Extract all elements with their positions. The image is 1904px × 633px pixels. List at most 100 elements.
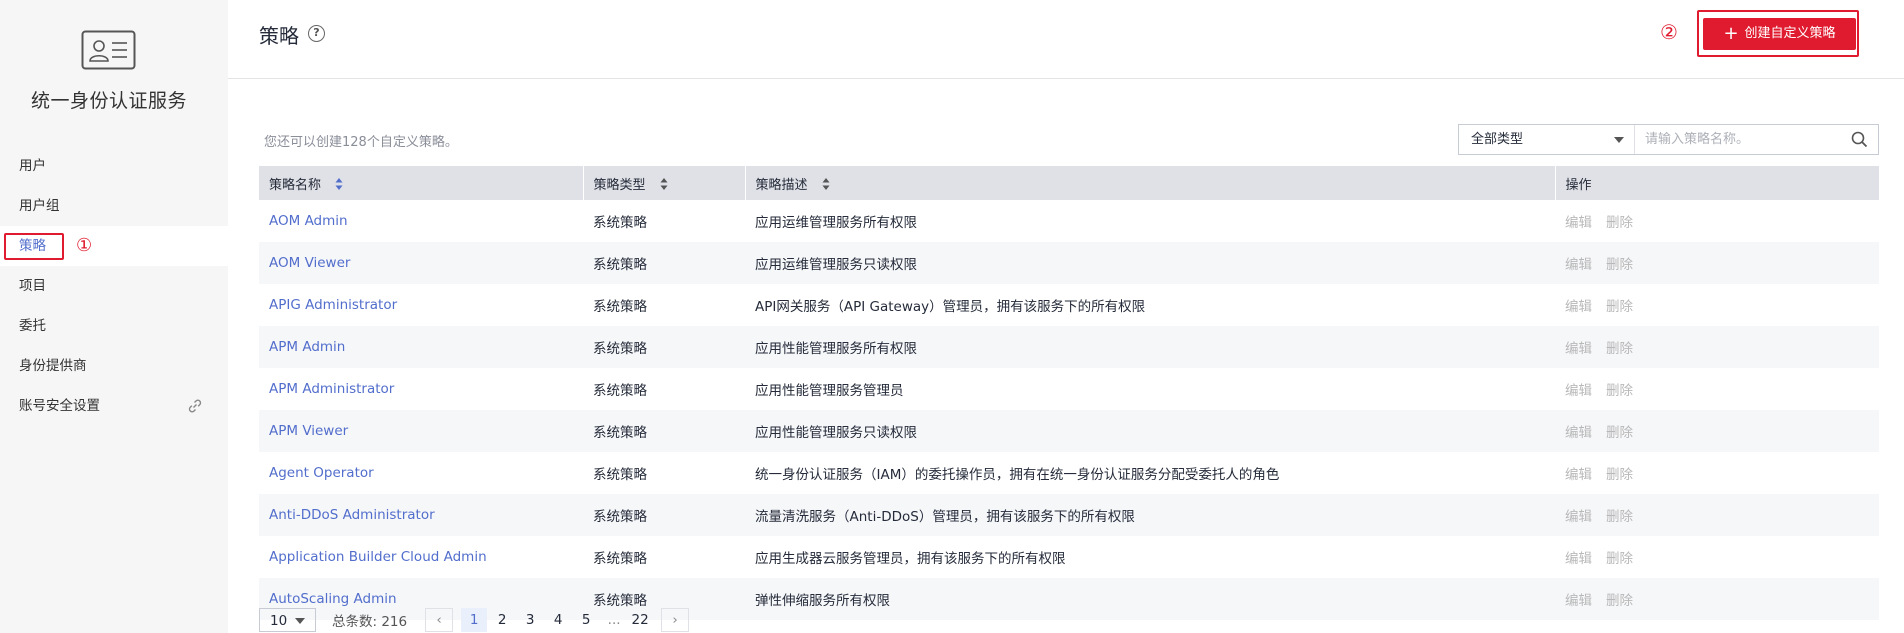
policy-type: 系统策略 xyxy=(583,242,745,284)
sidebar-item-policies[interactable]: 策略 ① xyxy=(0,226,228,266)
delete-button[interactable]: 删除 xyxy=(1606,467,1633,483)
policy-name-link[interactable]: APM Admin xyxy=(259,326,583,368)
delete-button[interactable]: 删除 xyxy=(1606,383,1633,399)
column-header-name[interactable]: 策略名称 xyxy=(259,166,584,200)
policy-description: 应用生成器云服务管理员，拥有该服务下的所有权限 xyxy=(755,551,1066,567)
row-operations: 编辑 删除 xyxy=(1555,452,1879,494)
edit-button[interactable]: 编辑 xyxy=(1565,593,1592,609)
policy-name-link[interactable]: APM Administrator xyxy=(259,368,583,410)
policy-name-link[interactable]: APIG Administrator xyxy=(259,284,583,326)
app: 统一身份认证服务 用户 用户组 策略 ① 项目 委托 身份提供商 账号安全设置 … xyxy=(0,0,1904,633)
policy-description: 流量清洗服务（Anti-DDoS）管理员，拥有该服务下的所有权限 xyxy=(745,494,1555,536)
prev-page-button[interactable]: ‹ xyxy=(425,608,454,632)
policy-name-link[interactable]: AOM Viewer xyxy=(259,242,583,284)
page-size-value: 10 xyxy=(270,613,288,629)
policy-type: 系统策略 xyxy=(593,215,647,231)
policy-type: 系统策略 xyxy=(593,467,647,483)
sort-icon[interactable] xyxy=(335,177,343,191)
policy-type-select[interactable]: 全部类型 xyxy=(1459,125,1635,154)
policy-description: 应用运维管理服务只读权限 xyxy=(745,242,1555,284)
policy-name-link[interactable]: Application Builder Cloud Admin xyxy=(259,536,583,578)
policy-type: 系统策略 xyxy=(583,494,745,536)
sidebar-item-users[interactable]: 用户 xyxy=(0,146,228,186)
delete-button[interactable]: 删除 xyxy=(1606,215,1633,231)
page-button-4[interactable]: 4 xyxy=(545,608,571,632)
search-input[interactable] xyxy=(1643,125,1857,154)
table-row: Application Builder Cloud Admin 系统策略 应用生… xyxy=(259,536,1879,578)
edit-button[interactable]: 编辑 xyxy=(1565,509,1592,525)
sidebar-item-projects[interactable]: 项目 xyxy=(0,266,228,306)
sidebar-item-user-groups[interactable]: 用户组 xyxy=(0,186,228,226)
search-box xyxy=(1635,125,1878,154)
row-operations: 编辑 删除 xyxy=(1555,494,1879,536)
sidebar-item-label: 身份提供商 xyxy=(19,358,87,374)
page-button-5[interactable]: 5 xyxy=(573,608,599,632)
policy-name-link[interactable]: Agent Operator xyxy=(259,452,583,494)
sidebar-item-agencies[interactable]: 委托 xyxy=(0,306,228,346)
policy-name-link[interactable]: Anti-DDoS Administrator xyxy=(259,494,583,536)
edit-button[interactable]: 编辑 xyxy=(1565,383,1592,399)
sidebar-item-account-security[interactable]: 账号安全设置 xyxy=(0,386,228,426)
table-header-row: 策略名称 策略类型 策略描述 操作 xyxy=(259,166,1880,200)
page-button-22[interactable]: 22 xyxy=(627,608,653,632)
policy-type: 系统策略 xyxy=(593,383,647,399)
edit-button[interactable]: 编辑 xyxy=(1565,299,1592,315)
delete-button[interactable]: 删除 xyxy=(1606,425,1633,441)
edit-button[interactable]: 编辑 xyxy=(1565,215,1592,231)
policy-type: 系统策略 xyxy=(583,410,745,452)
policy-name-link[interactable]: APM Viewer xyxy=(259,410,583,452)
policy-type: 系统策略 xyxy=(583,326,745,368)
delete-button[interactable]: 删除 xyxy=(1606,299,1633,315)
total-count: 总条数: 216 xyxy=(332,614,408,630)
sidebar-item-label: 项目 xyxy=(19,278,46,294)
search-icon[interactable] xyxy=(1851,131,1868,148)
edit-button[interactable]: 编辑 xyxy=(1565,257,1592,273)
step-marker-1: ① xyxy=(76,235,93,256)
policy-description: 应用性能管理服务所有权限 xyxy=(745,326,1555,368)
column-header-label: 操作 xyxy=(1565,177,1592,193)
column-header-label: 策略描述 xyxy=(755,177,808,193)
table-row: Agent Operator 系统策略 统一身份认证服务（IAM）的委托操作员，… xyxy=(259,452,1879,494)
next-page-button[interactable]: › xyxy=(661,608,690,632)
chevron-right-icon: › xyxy=(672,612,678,628)
edit-button[interactable]: 编辑 xyxy=(1565,551,1592,567)
delete-button[interactable]: 删除 xyxy=(1606,593,1633,609)
page-size-select[interactable]: 10 xyxy=(259,608,316,632)
table-row: APM Admin 系统策略 应用性能管理服务所有权限 编辑 删除 xyxy=(259,326,1879,368)
delete-button[interactable]: 删除 xyxy=(1606,551,1633,567)
sidebar-item-label: 账号安全设置 xyxy=(19,398,100,414)
edit-button[interactable]: 编辑 xyxy=(1565,341,1592,357)
policy-type: 系统策略 xyxy=(593,551,647,567)
row-operations: 编辑 删除 xyxy=(1555,368,1879,410)
policy-description: 统一身份认证服务（IAM）的委托操作员，拥有在统一身份认证服务分配受委托人的角色 xyxy=(755,467,1280,483)
policy-description: 弹性伸缩服务所有权限 xyxy=(745,578,1555,620)
column-header-type[interactable]: 策略类型 xyxy=(583,166,746,200)
create-custom-policy-button[interactable]: + 创建自定义策略 xyxy=(1703,18,1856,50)
row-operations: 编辑 删除 xyxy=(1555,536,1879,578)
page-button-2[interactable]: 2 xyxy=(489,608,515,632)
delete-button[interactable]: 删除 xyxy=(1606,509,1633,525)
sidebar-item-identity-providers[interactable]: 身份提供商 xyxy=(0,346,228,386)
delete-button[interactable]: 删除 xyxy=(1606,341,1633,357)
create-button-label: 创建自定义策略 xyxy=(1744,26,1836,41)
table-row: APM Viewer 系统策略 应用性能管理服务只读权限 编辑 删除 xyxy=(259,410,1879,452)
page-button-3[interactable]: 3 xyxy=(517,608,543,632)
page-button-1[interactable]: 1 xyxy=(461,608,488,632)
column-header-label: 策略类型 xyxy=(593,177,646,193)
policy-type-value: 全部类型 xyxy=(1471,132,1524,147)
policy-description: 应用运维管理服务所有权限 xyxy=(755,215,917,231)
edit-button[interactable]: 编辑 xyxy=(1565,467,1592,483)
policy-name-link[interactable]: AOM Admin xyxy=(259,200,583,242)
sidebar: 统一身份认证服务 用户 用户组 策略 ① 项目 委托 身份提供商 账号安全设置 xyxy=(0,0,228,633)
delete-button[interactable]: 删除 xyxy=(1606,257,1633,273)
column-header-operation: 操作 xyxy=(1555,166,1880,200)
help-icon[interactable]: ? xyxy=(308,25,325,42)
sort-icon[interactable] xyxy=(660,177,668,191)
row-operations: 编辑 删除 xyxy=(1555,284,1879,326)
page-title: 策略 xyxy=(259,24,299,48)
edit-button[interactable]: 编辑 xyxy=(1565,425,1592,441)
sort-icon[interactable] xyxy=(822,177,830,191)
filter-bar: 全部类型 xyxy=(1458,124,1879,155)
column-header-description[interactable]: 策略描述 xyxy=(745,166,1556,200)
sidebar-item-label: 用户 xyxy=(19,158,46,174)
